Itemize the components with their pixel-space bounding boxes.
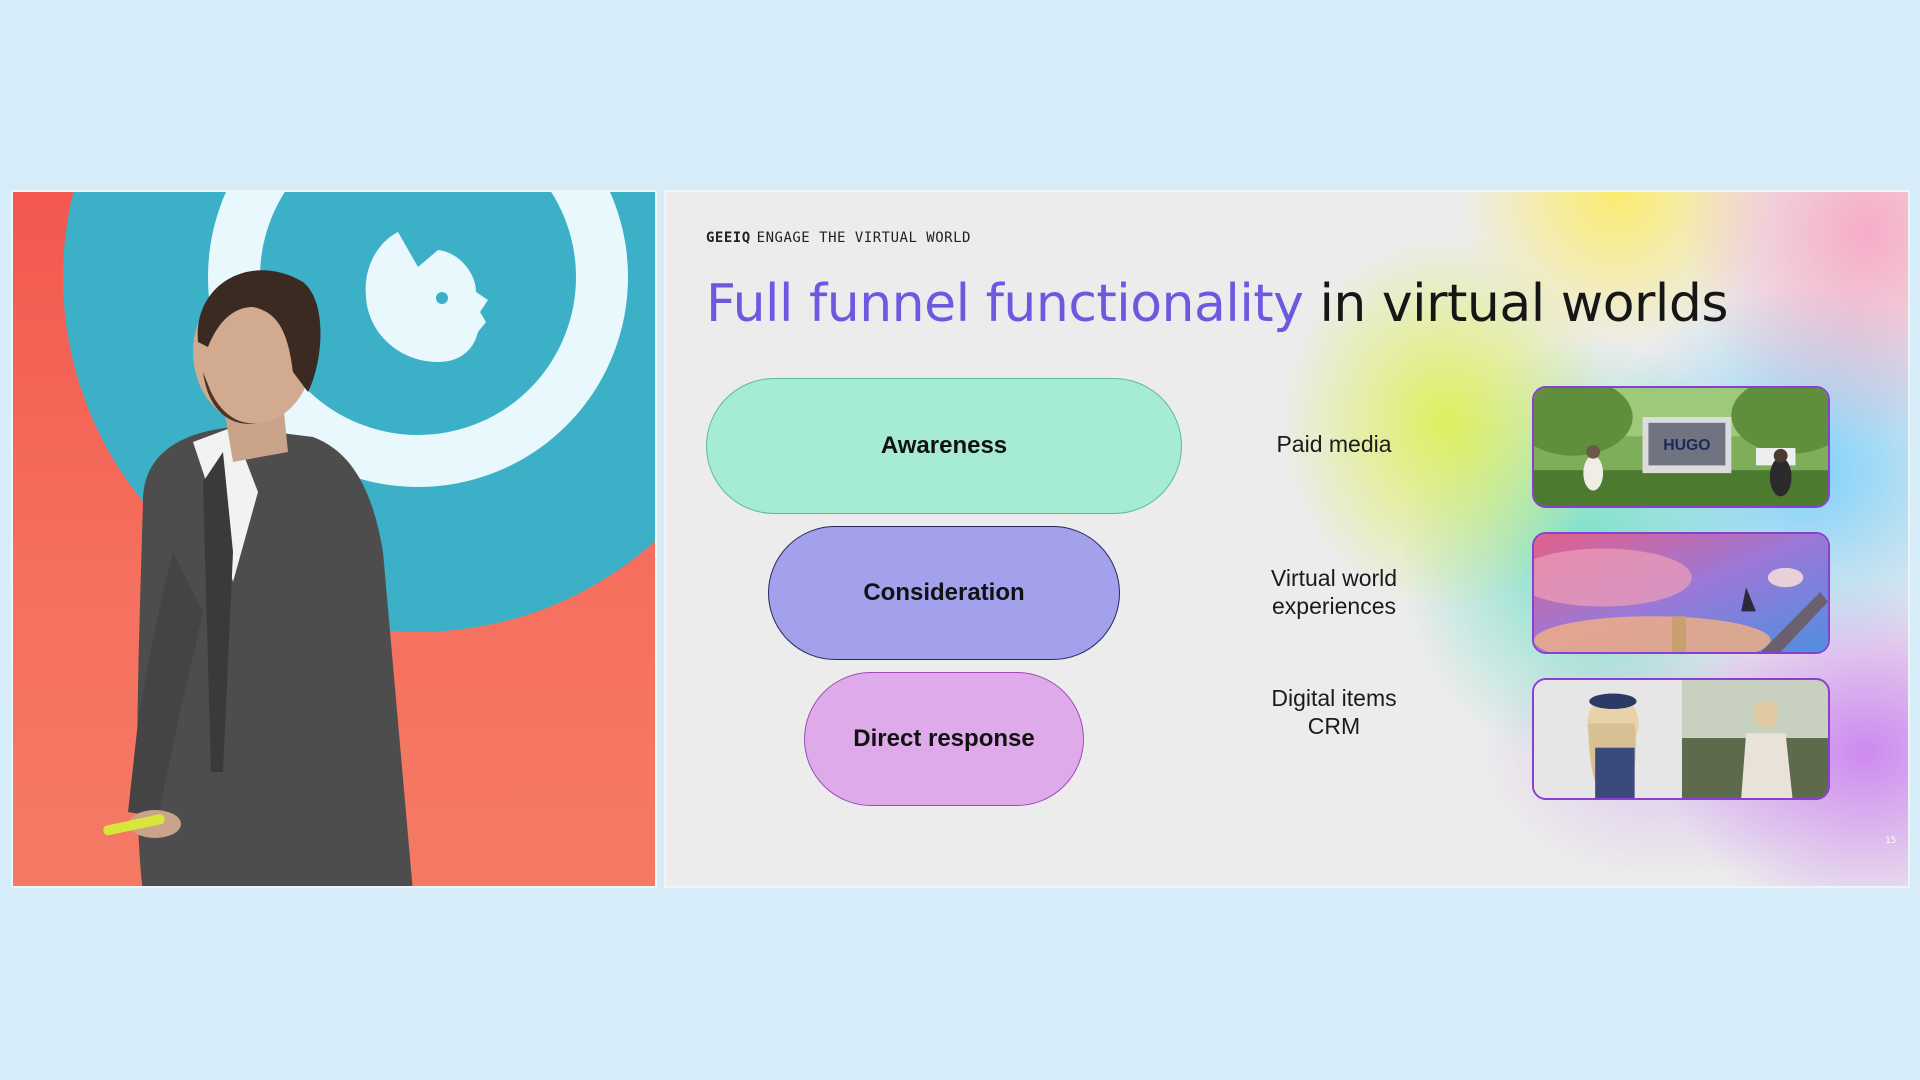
paid-media-thumbnail: HUGO <box>1532 386 1830 508</box>
avatar-items-image <box>1534 680 1828 798</box>
slide-title: Full funnel functionality in virtual wor… <box>706 274 1728 334</box>
channel-line: Paid media <box>1276 431 1392 457</box>
channel-label-paid-media: Paid media <box>1194 430 1474 458</box>
title-rest: in virtual worlds <box>1303 274 1728 334</box>
digital-items-thumbnail <box>1532 678 1830 800</box>
virtual-world-thumbnail <box>1532 532 1830 654</box>
page-number: 15 <box>1885 836 1896 846</box>
speaker-figure <box>103 270 413 886</box>
funnel-stage-consideration: Consideration <box>768 526 1120 660</box>
speaker-video-panel <box>11 190 657 888</box>
virtual-park-image: HUGO <box>1534 388 1828 506</box>
kicker-text: ENGAGE THE VIRTUAL WORLD <box>756 230 971 246</box>
funnel-stage-awareness: Awareness <box>706 378 1182 514</box>
channel-label-digital-items: Digital items CRM <box>1194 684 1474 740</box>
slide-kicker: GEEIQ ENGAGE THE VIRTUAL WORLD <box>706 230 971 246</box>
channel-label-virtual-world: Virtual world experiences <box>1194 564 1474 620</box>
presentation-slide: GEEIQ ENGAGE THE VIRTUAL WORLD Full funne… <box>664 190 1910 888</box>
sky-scene-image <box>1534 534 1828 652</box>
channel-line: experiences <box>1271 593 1397 619</box>
channel-line: Virtual world <box>1270 565 1398 591</box>
title-accent: Full funnel functionality <box>706 274 1304 334</box>
brand-name: GEEIQ <box>706 230 751 246</box>
funnel-stage-direct-response: Direct response <box>804 672 1084 806</box>
channel-line: CRM <box>1307 713 1361 739</box>
screen: GEEIQ ENGAGE THE VIRTUAL WORLD Full funne… <box>0 0 1920 1080</box>
billboard-text: HUGO <box>1663 437 1710 454</box>
channel-line: Digital items <box>1271 685 1397 711</box>
